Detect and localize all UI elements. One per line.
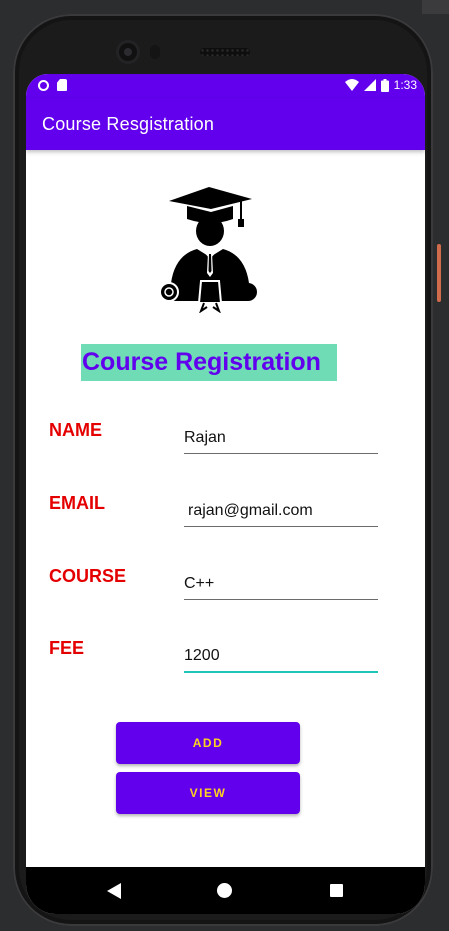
fee-label: FEE xyxy=(49,638,85,658)
navigation-bar xyxy=(26,867,425,914)
course-label: COURSE xyxy=(49,566,127,586)
emulator-corner xyxy=(422,0,449,14)
front-camera xyxy=(119,43,137,61)
wifi-icon xyxy=(344,79,359,91)
power-button[interactable] xyxy=(437,244,441,302)
home-icon[interactable] xyxy=(217,883,232,898)
app-bar: Course Resgistration xyxy=(26,98,425,150)
email-field[interactable] xyxy=(184,499,378,527)
name-label: NAME xyxy=(49,420,102,440)
battery-icon xyxy=(380,78,389,92)
status-time: 1:33 xyxy=(393,78,417,92)
circle-notification-icon xyxy=(38,79,49,91)
device-screen: 1:33 Course Resgistration Course Registr… xyxy=(26,74,425,914)
course-field[interactable] xyxy=(184,572,378,600)
graduate-icon xyxy=(159,187,257,313)
cell-signal-icon xyxy=(363,79,376,91)
add-button[interactable]: ADD xyxy=(116,722,300,764)
status-bar: 1:33 xyxy=(26,74,425,98)
email-label: EMAIL xyxy=(49,493,105,513)
page-heading: Course Registration xyxy=(81,344,337,381)
view-button[interactable]: VIEW xyxy=(116,772,300,814)
proximity-sensor xyxy=(150,45,160,59)
sd-card-icon xyxy=(57,79,67,91)
back-icon[interactable] xyxy=(107,883,121,899)
app-title: Course Resgistration xyxy=(42,114,215,134)
earpiece-speaker xyxy=(200,48,250,56)
recents-icon[interactable] xyxy=(330,884,343,897)
name-field[interactable] xyxy=(184,426,378,454)
fee-field[interactable] xyxy=(184,644,378,673)
